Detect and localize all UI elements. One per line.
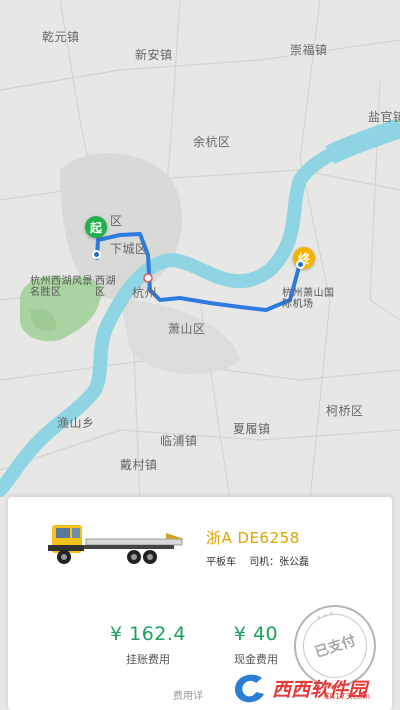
place-label: 临浦镇 bbox=[160, 434, 198, 448]
place-label: 下城区 bbox=[110, 242, 148, 256]
account-fee: ¥ 162.4 挂账费用 bbox=[93, 623, 203, 667]
fee-detail-link[interactable]: 费用详 bbox=[173, 687, 203, 702]
cash-fee: ¥ 40 现金费用 bbox=[216, 623, 296, 667]
vehicle-info: 平板车 司机：张公磊 bbox=[206, 553, 319, 568]
end-point-dot bbox=[296, 260, 305, 269]
site-watermark: 西西软件园 CR173.com bbox=[226, 672, 396, 704]
place-label: 盐官镇 bbox=[368, 110, 400, 124]
place-label: 杭州西湖风景名胜区 bbox=[30, 276, 93, 298]
place-label: 崇福镇 bbox=[290, 43, 328, 57]
place-label: 乾元镇 bbox=[42, 30, 80, 44]
place-label: 渔山乡 bbox=[57, 416, 95, 430]
license-plate: 浙A DE6258 bbox=[206, 529, 300, 547]
start-marker[interactable]: 起 bbox=[85, 216, 107, 238]
cash-fee-label: 现金费用 bbox=[234, 653, 278, 666]
watermark-url: CR173.com bbox=[324, 692, 371, 701]
place-label: 新安镇 bbox=[135, 48, 173, 62]
start-point-dot bbox=[92, 250, 101, 259]
place-label: 余杭区 bbox=[193, 135, 231, 149]
place-label: 杭州 bbox=[132, 286, 158, 300]
vehicle-type: 平板车 bbox=[206, 557, 236, 568]
place-label: 柯桥区 bbox=[326, 404, 364, 418]
account-fee-label: 挂账费用 bbox=[126, 653, 170, 666]
place-label: 萧山区 bbox=[168, 322, 206, 336]
place-label: 区 bbox=[110, 214, 123, 228]
place-label: 戴村镇 bbox=[120, 458, 158, 472]
place-label: 夏履镇 bbox=[233, 422, 271, 436]
account-fee-amount: ¥ 162.4 bbox=[109, 623, 187, 645]
flatbed-truck-icon bbox=[48, 525, 184, 564]
place-label: 西湖区 bbox=[95, 276, 116, 298]
driver-name: 司机：张公磊 bbox=[249, 557, 310, 568]
place-label: 杭州萧山国际机场 bbox=[282, 288, 335, 310]
cash-fee-amount: ¥ 40 bbox=[233, 623, 279, 645]
watermark-logo-icon bbox=[234, 674, 264, 703]
